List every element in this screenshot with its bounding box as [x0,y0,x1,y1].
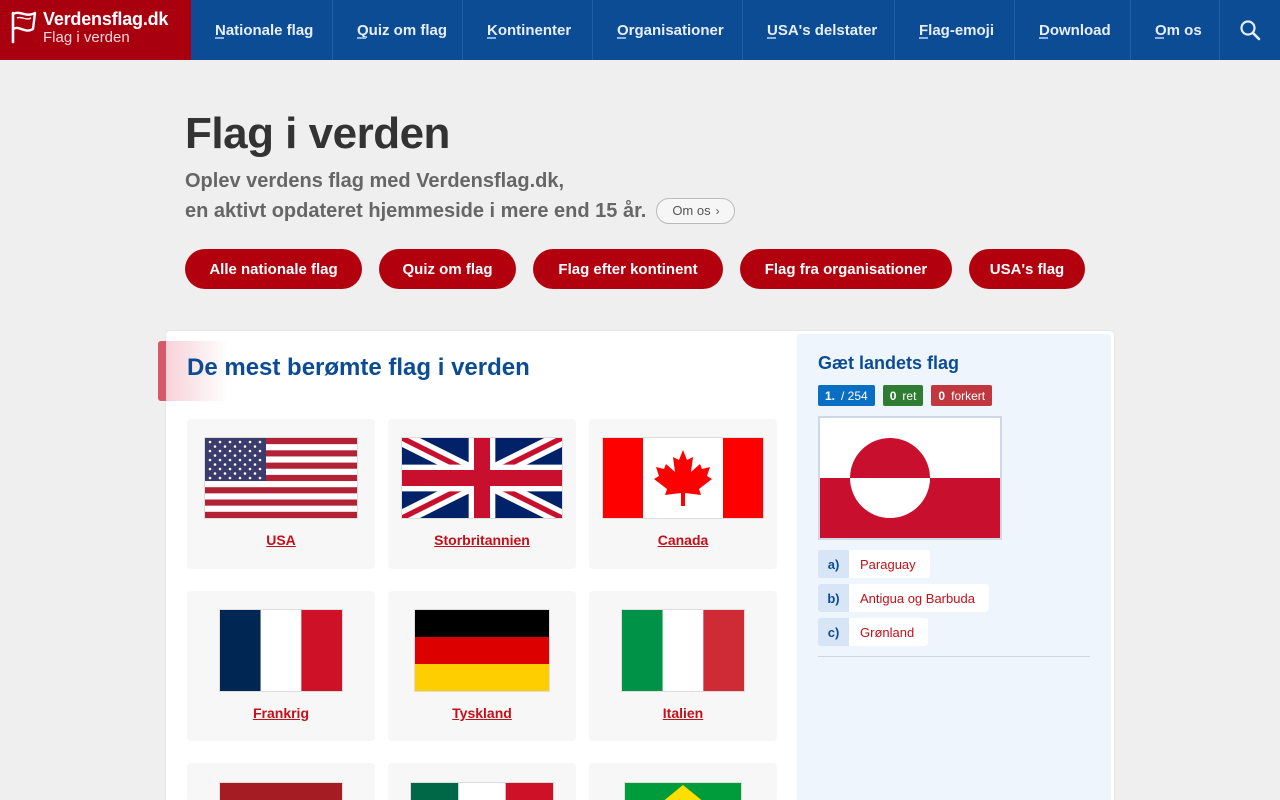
quiz-flag-image [818,416,1002,540]
top-navigation: Verdensflag.dk Flag i verden Nationale f… [0,0,1280,60]
progress-current: 1. [825,388,836,403]
progress-total: / 254 [841,388,868,403]
flag-name-link[interactable]: Frankrig [253,705,309,721]
pill-flags-by-continent[interactable]: Flag efter kontinent [533,249,723,289]
pill-usa-flags[interactable]: USA's flag [969,249,1085,289]
flag-card-canada[interactable]: Canada [589,419,777,569]
hero-line-2: en aktivt opdateret hjemmeside i mere en… [185,200,647,222]
pill-flag-quiz[interactable]: Quiz om flag [379,249,516,289]
wrong-label: forkert [951,388,986,403]
canada-flag-image [602,437,764,519]
nav-item-label: Organisationer [617,21,724,39]
flag-quiz-panel: Gæt landets flag 1. / 254 0 ret 0 forkert a… [797,334,1111,800]
quiz-score-badges: 1. / 254 0 ret 0 forkert [818,385,1000,406]
nav-item-label: Nationale flag [215,21,314,39]
quiz-option-c[interactable]: c) Grønland [818,618,929,646]
progress-badge: 1. / 254 [818,385,875,406]
flag-card-tyskland[interactable]: Tyskland [388,591,576,741]
flag-card-italien[interactable]: Italien [589,591,777,741]
nav-item-nationale-flag[interactable]: Nationale flag [191,0,333,60]
nav-item-flag-emoji[interactable]: Flag-emoji [895,0,1015,60]
hero-subtitle: Oplev verdens flag med Verdensflag.dk, e… [185,166,1115,226]
nav-item-om-os[interactable]: Om os [1131,0,1220,60]
nav-item-label: Download [1039,21,1111,39]
site-logo-link[interactable]: Verdensflag.dk Flag i verden [0,0,191,60]
pill-label: Flag fra organisationer [764,260,928,278]
chevron-right-icon: › [715,204,720,218]
flag-card-frankrig[interactable]: Frankrig [187,591,375,741]
flag-card-row3-1[interactable] [187,763,375,800]
nav-item-label: Quiz om flag [357,21,447,39]
flag-name-link[interactable]: Canada [658,532,709,548]
option-letter: b) [818,584,849,612]
usa-flag-image [204,437,358,519]
nav-item-kontinenter[interactable]: Kontinenter [463,0,593,60]
correct-label: ret [902,388,917,403]
page-title: Flag i verden [185,109,450,158]
nav-item-download[interactable]: Download [1015,0,1131,60]
option-letter: a) [818,550,849,578]
correct-badge: 0 ret [882,385,924,406]
flag-card-row3-2[interactable] [388,763,576,800]
flag-name-link[interactable]: USA [266,532,296,548]
wrong-count: 0 [938,388,946,403]
flag-card-usa[interactable]: USA [187,419,375,569]
france-flag-image [219,609,343,692]
pill-label: USA's flag [989,260,1065,278]
italy-flag-image [621,609,745,692]
nav-item-label: Kontinenter [487,21,572,39]
quiz-option-a[interactable]: a) Paraguay [818,550,930,578]
germany-flag-image [414,609,550,692]
flag-name-link[interactable]: Tyskland [452,705,512,721]
option-text: Paraguay [849,550,930,578]
nav-item-organisationer[interactable]: Organisationer [593,0,743,60]
wrong-badge: 0 forkert [931,385,993,406]
category-pill-row: Alle nationale flag Quiz om flag Flag ef… [185,249,1102,289]
divider [818,656,1090,657]
hero-line-1: Oplev verdens flag med Verdensflag.dk, [185,170,565,192]
nav-item-quiz-om-flag[interactable]: Quiz om flag [333,0,463,60]
nav-item-label: USA's delstater [767,21,878,39]
about-us-button[interactable]: Om os › [656,198,735,224]
brand-title: Verdensflag.dk [43,9,169,29]
correct-count: 0 [889,388,897,403]
flag-name-link[interactable]: Italien [663,705,703,721]
pill-all-national-flags[interactable]: Alle nationale flag [185,249,362,289]
search-button[interactable] [1220,0,1280,60]
option-text: Grønland [849,618,929,646]
nav-item-label: Flag-emoji [919,21,995,39]
hero-section: Flag i verden Oplev verdens flag med Ver… [185,108,1115,226]
search-icon [1240,20,1261,41]
brazil-flag-image [624,782,742,800]
pill-organisation-flags[interactable]: Flag fra organisationer [740,249,952,289]
pill-label: Alle nationale flag [209,260,338,278]
pill-label: Quiz om flag [402,260,493,278]
option-text: Antigua og Barbuda [849,584,989,612]
nav-item-usa-delstater[interactable]: USA's delstater [743,0,895,60]
section-title: De mest berømte flag i verden [187,354,530,381]
brand-subtitle: Flag i verden [43,29,130,46]
flag-name-link[interactable]: Storbritannien [434,532,530,548]
flag-card-row3-3[interactable] [589,763,777,800]
flag-card-storbritannien[interactable]: Storbritannien [388,419,576,569]
about-us-label: Om os [672,203,711,218]
flag-outline-icon [11,11,37,44]
mexico-flag-image [410,782,554,800]
nav-item-label: Om os [1155,21,1202,39]
option-letter: c) [818,618,849,646]
flag-image-partial [219,782,343,800]
quiz-title: Gæt landets flag [818,353,960,373]
pill-label: Flag efter kontinent [558,260,698,278]
uk-flag-image [401,437,563,519]
quiz-option-b[interactable]: b) Antigua og Barbuda [818,584,989,612]
